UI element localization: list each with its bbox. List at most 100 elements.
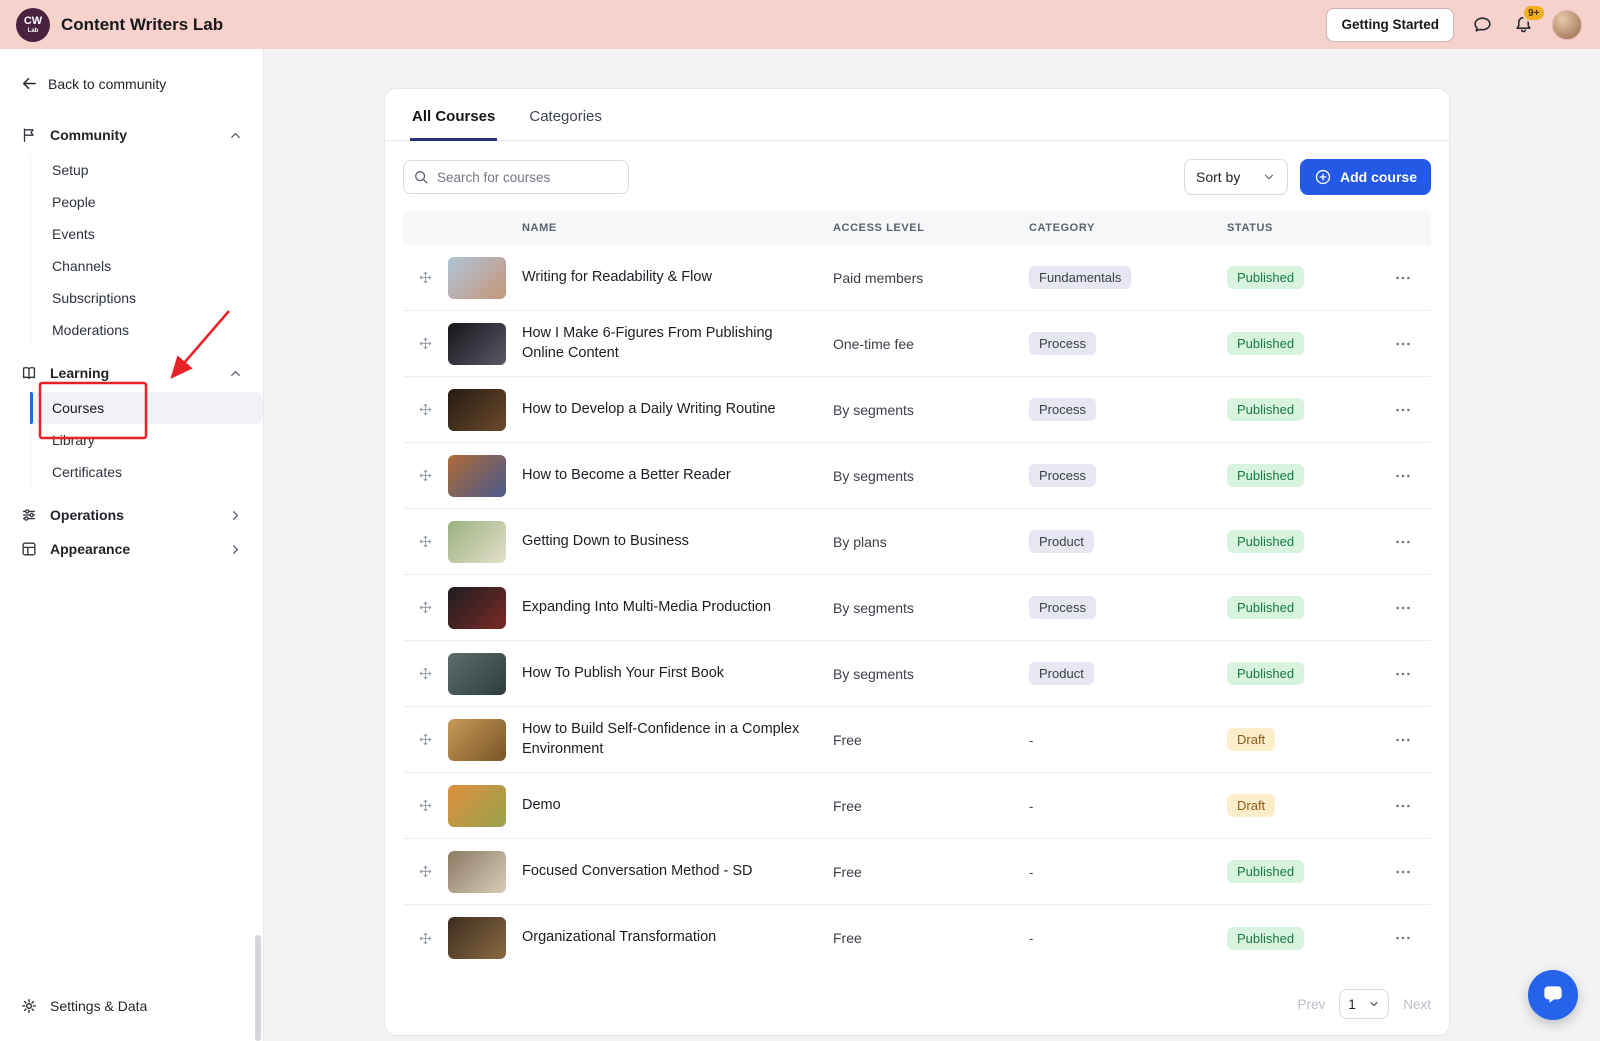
course-row[interactable]: Getting Down to Business By plans Produc…	[403, 509, 1431, 575]
sidebar-item-people[interactable]: People	[31, 186, 263, 218]
course-row[interactable]: How to Become a Better Reader By segment…	[403, 443, 1431, 509]
brand: CW Lab Content Writers Lab	[16, 7, 223, 42]
tab-categories[interactable]: Categories	[527, 89, 604, 140]
drag-handle-icon[interactable]	[403, 468, 448, 483]
drag-handle-icon[interactable]	[403, 336, 448, 351]
sidebar-section-community[interactable]: Community	[0, 118, 263, 152]
search-courses-input[interactable]	[403, 160, 629, 194]
row-menu-icon[interactable]	[1375, 863, 1431, 881]
sidebar-item-certificates[interactable]: Certificates	[31, 456, 263, 488]
course-row[interactable]: How to Build Self-Confidence in a Comple…	[403, 707, 1431, 773]
row-menu-icon[interactable]	[1375, 335, 1431, 353]
course-thumbnail	[448, 917, 506, 959]
course-row[interactable]: Focused Conversation Method - SD Free - …	[403, 839, 1431, 905]
getting-started-button[interactable]: Getting Started	[1326, 7, 1454, 42]
drag-handle-icon[interactable]	[403, 270, 448, 285]
course-row[interactable]: Expanding Into Multi-Media Production By…	[403, 575, 1431, 641]
drag-handle-icon[interactable]	[403, 534, 448, 549]
row-menu-icon[interactable]	[1375, 797, 1431, 815]
sidebar-item-courses[interactable]: Courses	[30, 392, 263, 424]
sidebar-item-library[interactable]: Library	[31, 424, 263, 456]
course-name: How I Make 6-Figures From Publishing Onl…	[522, 324, 773, 361]
row-menu-icon[interactable]	[1375, 731, 1431, 749]
course-thumbnail	[448, 850, 506, 893]
drag-handle-icon[interactable]	[403, 864, 448, 879]
course-name: Focused Conversation Method - SD	[522, 862, 753, 879]
column-header-name: NAME	[522, 222, 557, 234]
course-access-level: Free	[833, 863, 862, 880]
row-menu-icon[interactable]	[1375, 599, 1431, 617]
sidebar-section-operations[interactable]: Operations	[0, 498, 263, 532]
category-badge: Process	[1029, 464, 1096, 487]
category-badge: -	[1029, 864, 1034, 880]
row-menu-icon[interactable]	[1375, 467, 1431, 485]
sort-by-dropdown[interactable]: Sort by	[1183, 159, 1288, 195]
next-page-button[interactable]: Next	[1403, 997, 1431, 1012]
course-row[interactable]: Writing for Readability & Flow Paid memb…	[403, 245, 1431, 311]
community-logo[interactable]: CW Lab	[16, 7, 50, 42]
row-menu-icon[interactable]	[1375, 533, 1431, 551]
row-menu-icon[interactable]	[1375, 665, 1431, 683]
course-access-level: By segments	[833, 665, 914, 682]
row-menu-icon[interactable]	[1375, 929, 1431, 947]
add-course-button[interactable]: Add course	[1299, 159, 1431, 195]
chevron-up-icon	[228, 128, 243, 143]
row-menu-icon[interactable]	[1375, 269, 1431, 287]
sidebar-section-appearance[interactable]: Appearance	[0, 532, 263, 566]
course-row[interactable]: How I Make 6-Figures From Publishing Onl…	[403, 311, 1431, 377]
course-name: How to Develop a Daily Writing Routine	[522, 400, 776, 417]
sidebar-item-setup[interactable]: Setup	[31, 154, 263, 186]
course-name: Expanding Into Multi-Media Production	[522, 598, 772, 615]
prev-page-button[interactable]: Prev	[1297, 997, 1325, 1012]
avatar[interactable]	[1552, 9, 1582, 40]
drag-handle-icon[interactable]	[403, 798, 448, 813]
chevron-right-icon	[228, 508, 243, 523]
status-badge: Published	[1227, 332, 1305, 355]
community-subitems: Setup People Events Channels Subscriptio…	[30, 154, 263, 346]
course-row[interactable]: Organizational Transformation Free - Pub…	[403, 905, 1431, 971]
sidebar-item-moderations[interactable]: Moderations	[31, 314, 263, 346]
course-access-level: By plans	[833, 533, 887, 550]
course-access-level: Free	[833, 930, 862, 946]
notification-badge: 9+	[1521, 4, 1546, 22]
back-to-community-link[interactable]: Back to community	[0, 75, 263, 92]
settings-and-data-link[interactable]: Settings & Data	[0, 981, 263, 1041]
chat-widget-button[interactable]	[1528, 970, 1578, 1020]
topbar: CW Lab Content Writers Lab Getting Start…	[0, 0, 1600, 49]
logo-text: CW	[23, 14, 43, 27]
drag-handle-icon[interactable]	[403, 732, 448, 747]
status-badge: Draft	[1227, 728, 1276, 751]
drag-handle-icon[interactable]	[403, 931, 448, 946]
row-menu-icon[interactable]	[1375, 401, 1431, 419]
drag-handle-icon[interactable]	[403, 666, 448, 681]
section-label: Appearance	[50, 541, 131, 557]
category-badge: -	[1029, 931, 1034, 946]
notifications-icon[interactable]: 9+	[1511, 4, 1546, 37]
drag-handle-icon[interactable]	[403, 600, 448, 615]
status-badge: Draft	[1227, 794, 1276, 817]
courses-card: All Courses Categories Sort by	[384, 88, 1450, 1036]
page-select[interactable]: 1	[1339, 989, 1390, 1019]
status-badge: Published	[1227, 662, 1305, 685]
course-row[interactable]: Demo Free - Draft	[403, 773, 1431, 839]
messages-icon[interactable]	[1470, 12, 1495, 37]
drag-handle-icon[interactable]	[403, 402, 448, 417]
sidebar-item-channels[interactable]: Channels	[31, 250, 263, 282]
pagination: Prev 1 Next	[385, 971, 1449, 1035]
course-thumbnail	[448, 586, 506, 629]
learning-icon	[20, 364, 38, 382]
category-badge: Product	[1029, 530, 1094, 553]
sidebar-item-events[interactable]: Events	[31, 218, 263, 250]
section-label: Community	[50, 127, 127, 143]
sidebar-section-learning[interactable]: Learning	[0, 356, 263, 390]
sidebar-scrollbar[interactable]	[255, 935, 261, 1041]
logo-subtext: Lab	[27, 27, 39, 34]
category-badge: -	[1029, 798, 1034, 814]
tab-all-courses[interactable]: All Courses	[410, 89, 498, 141]
back-label: Back to community	[48, 75, 167, 92]
sidebar-item-subscriptions[interactable]: Subscriptions	[31, 282, 263, 314]
course-row[interactable]: How to Develop a Daily Writing Routine B…	[403, 377, 1431, 443]
operations-icon	[20, 506, 38, 524]
course-row[interactable]: How To Publish Your First Book By segmen…	[403, 641, 1431, 707]
chevron-right-icon	[228, 542, 243, 557]
